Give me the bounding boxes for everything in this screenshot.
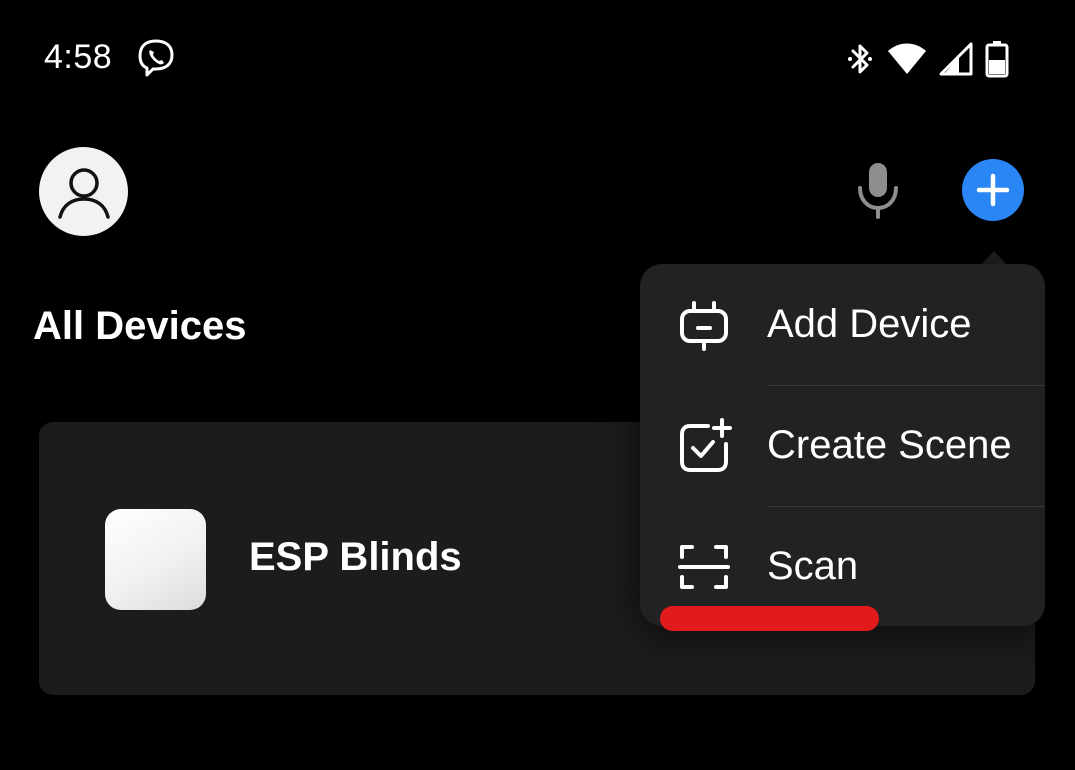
device-name: ESP Blinds (249, 535, 462, 579)
menu-item-label: Scan (767, 544, 859, 588)
add-device-icon (680, 301, 728, 351)
cell-signal-icon (939, 42, 973, 76)
voice-search-button[interactable] (848, 158, 908, 222)
bluetooth-icon (848, 44, 872, 74)
create-scene-icon (680, 418, 732, 472)
menu-item-create-scene[interactable]: Create Scene (640, 385, 1045, 506)
page-title: All Devices (33, 304, 247, 348)
microphone-icon (858, 163, 898, 219)
scan-icon (678, 545, 730, 589)
add-menu-popup: Add Device Create Scene Scan (640, 264, 1045, 626)
menu-item-add-device[interactable]: Add Device (640, 264, 1045, 385)
device-icon (105, 509, 206, 610)
menu-item-label: Create Scene (767, 423, 1012, 467)
plus-icon (976, 173, 1010, 207)
profile-avatar-button[interactable] (39, 147, 128, 236)
viber-notification-icon (138, 39, 174, 77)
add-button[interactable] (962, 159, 1024, 221)
highlight-annotation (660, 606, 879, 631)
menu-item-label: Add Device (767, 302, 972, 346)
wifi-icon (888, 43, 926, 74)
status-icons (845, 40, 1009, 78)
user-avatar-icon (57, 167, 110, 219)
menu-pointer (981, 251, 1007, 265)
battery-icon (985, 41, 1009, 78)
status-time: 4:58 (44, 38, 113, 76)
